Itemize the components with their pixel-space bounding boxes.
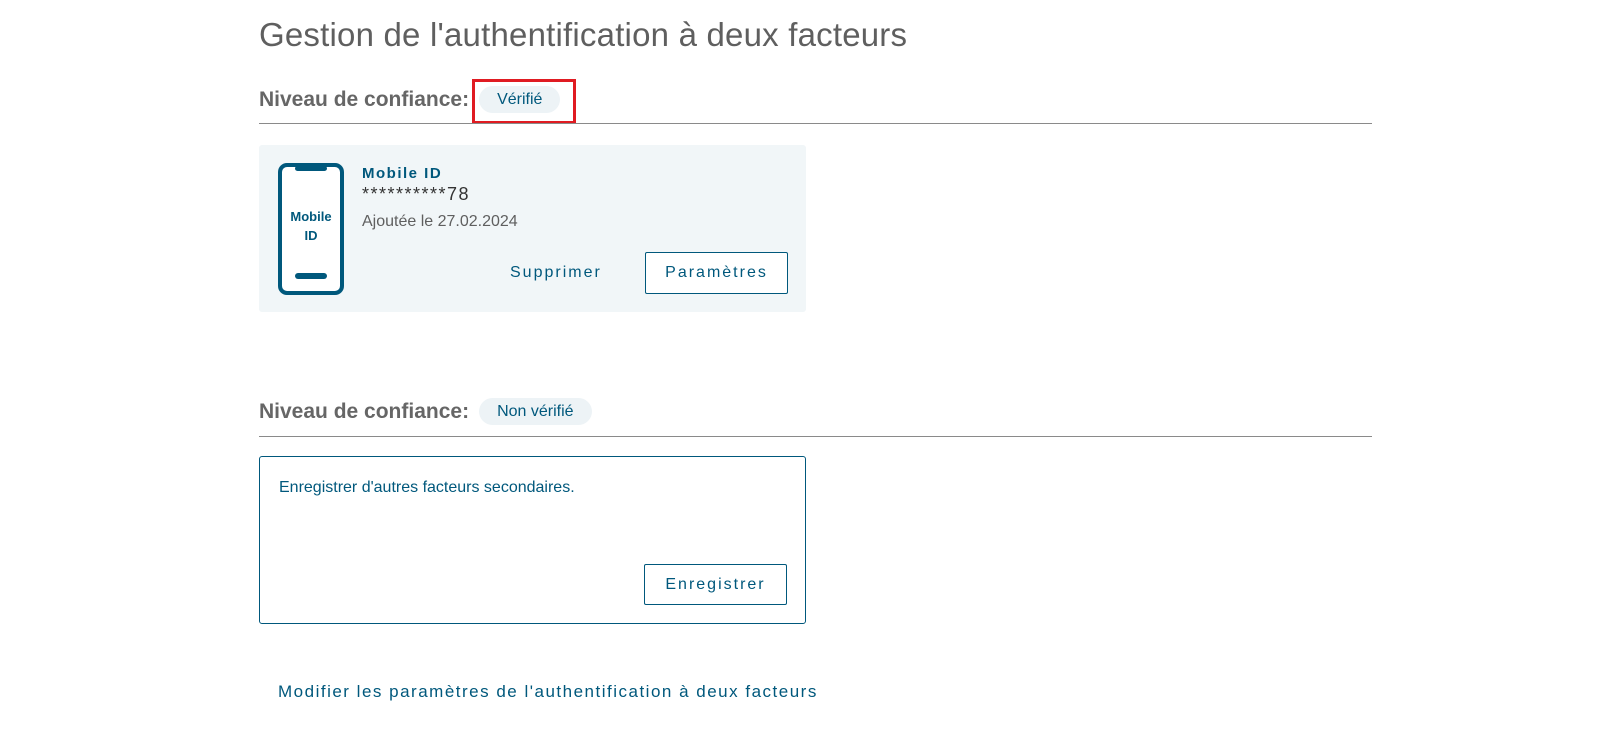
mobile-id-factor-card: Mobile ID Mobile ID **********78 Ajoutée… xyxy=(259,145,806,312)
unverified-section-divider xyxy=(259,436,1372,437)
register-button[interactable]: Enregistrer xyxy=(644,564,787,605)
factor-settings-button[interactable]: Paramètres xyxy=(645,252,788,294)
factor-added-date: Ajoutée le 27.02.2024 xyxy=(362,213,518,230)
delete-factor-button[interactable]: Supprimer xyxy=(510,264,602,282)
verified-badge-highlight xyxy=(472,79,576,124)
register-factor-text: Enregistrer d'autres facteurs secondaire… xyxy=(279,479,575,496)
trust-level-label: Niveau de confiance: xyxy=(259,87,470,111)
page-title: Gestion de l'authentification à deux fac… xyxy=(259,16,908,53)
two-factor-management-page: Gestion de l'authentification à deux fac… xyxy=(0,0,1606,736)
unverified-section-heading: Niveau de confiance: Non vérifié xyxy=(259,398,592,425)
modify-2fa-settings-link[interactable]: Modifier les paramètres de l'authentific… xyxy=(278,682,818,702)
register-factor-card: Enregistrer d'autres facteurs secondaire… xyxy=(259,456,806,624)
trust-level-label: Niveau de confiance: xyxy=(259,399,470,423)
phone-icon-text-mobile: Mobile xyxy=(290,209,331,224)
unverified-status-badge: Non vérifié xyxy=(479,398,592,425)
mobile-phone-icon: Mobile ID xyxy=(278,163,344,295)
factor-name: Mobile ID xyxy=(362,165,443,182)
verified-section-divider xyxy=(259,123,1372,124)
phone-icon-text-id: ID xyxy=(305,228,318,243)
factor-masked-number: **********78 xyxy=(362,184,471,204)
